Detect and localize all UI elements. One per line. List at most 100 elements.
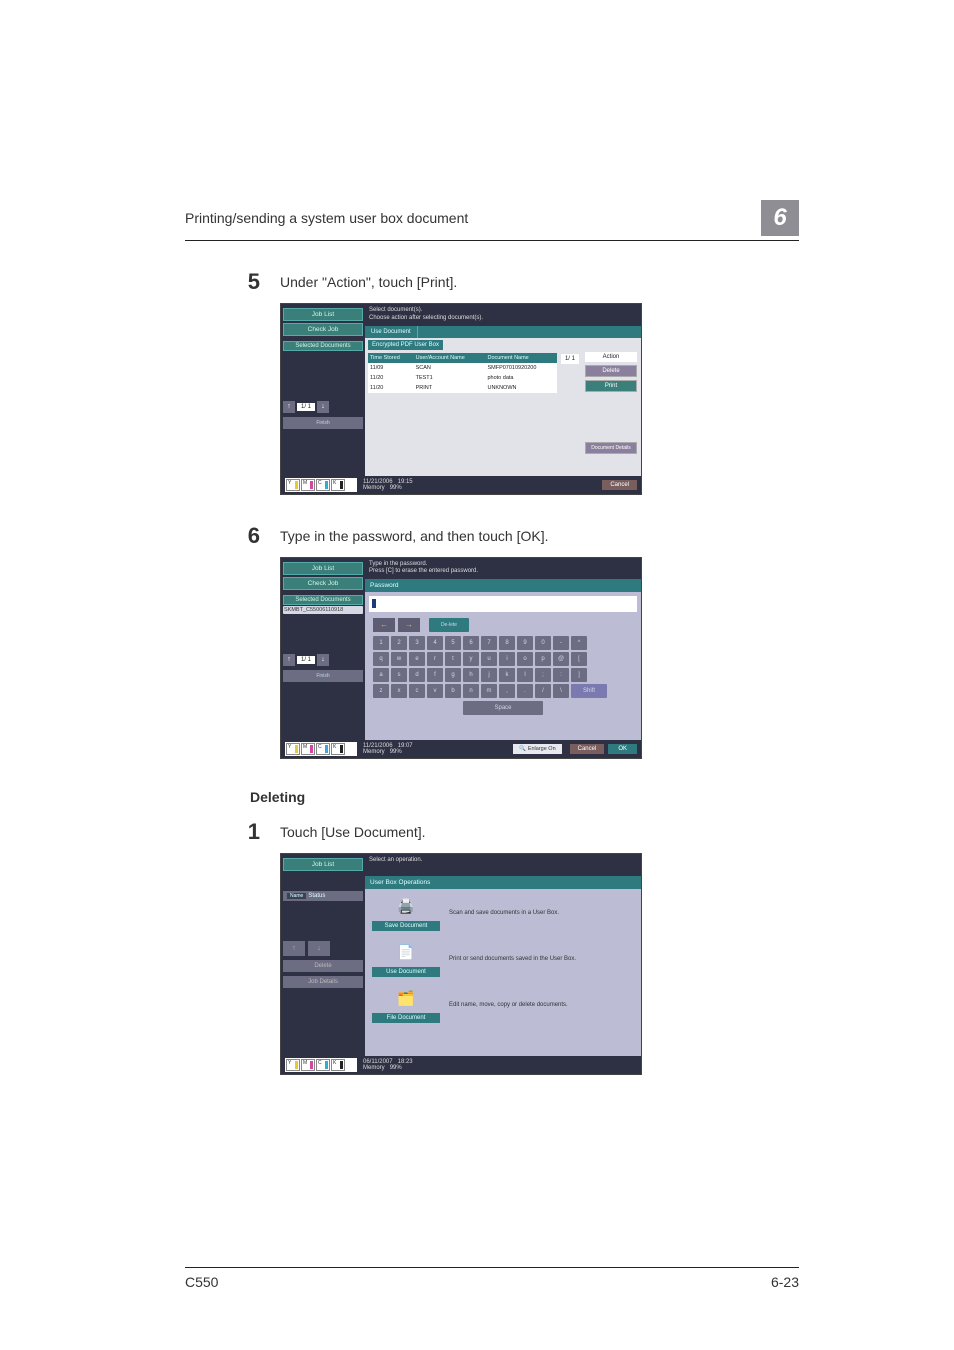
- keyboard-key[interactable]: :: [553, 668, 569, 682]
- encrypted-pdf-box-tab[interactable]: Encrypted PDF User Box: [368, 340, 443, 350]
- cancel-button[interactable]: Cancel: [570, 744, 605, 754]
- keyboard-key[interactable]: z: [373, 684, 389, 698]
- keyboard-key[interactable]: l: [517, 668, 533, 682]
- keyboard-key[interactable]: o: [517, 652, 533, 666]
- keyboard-key[interactable]: 5: [445, 636, 461, 650]
- job-list-button[interactable]: Job List: [283, 308, 363, 321]
- keyboard-key[interactable]: p: [535, 652, 551, 666]
- pager-up-icon[interactable]: ↑: [283, 654, 295, 666]
- check-job-button[interactable]: Check Job: [283, 577, 363, 590]
- pager-down-icon[interactable]: ↓: [317, 401, 329, 413]
- keyboard-key[interactable]: 7: [481, 636, 497, 650]
- keyboard-key[interactable]: j: [481, 668, 497, 682]
- section-heading-deleting: Deleting: [250, 789, 799, 805]
- keyboard-key[interactable]: y: [463, 652, 479, 666]
- toner-indicators: YMCK: [285, 742, 357, 756]
- delete-button[interactable]: Delete: [585, 365, 637, 377]
- step-text-1: Touch [Use Document].: [280, 821, 426, 843]
- job-list-button[interactable]: Job List: [283, 858, 363, 871]
- keyboard-key[interactable]: -: [553, 636, 569, 650]
- keyboard-key[interactable]: b: [445, 684, 461, 698]
- cancel-button[interactable]: Cancel: [602, 480, 637, 490]
- delete-key[interactable]: De-lete: [429, 618, 469, 632]
- keyboard-key[interactable]: x: [391, 684, 407, 698]
- keyboard-key[interactable]: h: [463, 668, 479, 682]
- enlarge-button[interactable]: 🔍 Enlarge On: [513, 744, 561, 754]
- keyboard-key[interactable]: 9: [517, 636, 533, 650]
- password-input[interactable]: [369, 596, 637, 612]
- status-tab[interactable]: Name Status: [283, 891, 363, 901]
- cursor-right-icon[interactable]: →: [398, 618, 420, 632]
- file-document-desc: Edit name, move, copy or delete document…: [449, 1002, 568, 1008]
- document-details-button[interactable]: Document Details: [585, 442, 637, 454]
- doc-pager: 1/ 1: [561, 354, 579, 364]
- space-key[interactable]: Space: [463, 701, 543, 715]
- job-details-button[interactable]: Job Details: [283, 976, 363, 988]
- finish-button[interactable]: Finish: [283, 670, 363, 682]
- screenshot-print-action: Job List Check Job Selected Documents ↑ …: [280, 303, 642, 495]
- file-document-button[interactable]: File Document: [372, 1013, 440, 1023]
- keyboard-key[interactable]: /: [535, 684, 551, 698]
- keyboard-key[interactable]: t: [445, 652, 461, 666]
- pager-up-icon[interactable]: ↑: [283, 401, 295, 413]
- keyboard-key[interactable]: v: [427, 684, 443, 698]
- keyboard-key[interactable]: [: [571, 652, 587, 666]
- cursor-left-icon[interactable]: ←: [373, 618, 395, 632]
- pager-up-icon[interactable]: ↑: [283, 941, 305, 956]
- pager-down-icon[interactable]: ↓: [308, 941, 330, 956]
- keyboard-key[interactable]: 6: [463, 636, 479, 650]
- instruction-line1: Select document(s).: [369, 307, 637, 315]
- page-header-title: Printing/sending a system user box docum…: [185, 210, 761, 226]
- keyboard-key[interactable]: r: [427, 652, 443, 666]
- keyboard-key[interactable]: e: [409, 652, 425, 666]
- keyboard-key[interactable]: ]: [571, 668, 587, 682]
- keyboard-key[interactable]: .: [517, 684, 533, 698]
- use-document-desc: Print or send documents saved in the Use…: [449, 956, 576, 962]
- keyboard-key[interactable]: f: [427, 668, 443, 682]
- pager-count: 1/ 1: [297, 403, 315, 411]
- keyboard-key[interactable]: w: [391, 652, 407, 666]
- keyboard-key[interactable]: m: [481, 684, 497, 698]
- keyboard-key[interactable]: 8: [499, 636, 515, 650]
- finish-button[interactable]: Finish: [283, 417, 363, 429]
- job-list-button[interactable]: Job List: [283, 562, 363, 575]
- ok-button[interactable]: OK: [608, 744, 637, 754]
- keyboard-key[interactable]: \: [553, 684, 569, 698]
- col-user[interactable]: User/Account Name: [414, 353, 486, 363]
- use-document-icon: 📄: [394, 941, 418, 965]
- keyboard-key[interactable]: d: [409, 668, 425, 682]
- save-document-button[interactable]: Save Document: [372, 921, 440, 931]
- shift-key[interactable]: Shift: [571, 684, 607, 698]
- keyboard-key[interactable]: i: [499, 652, 515, 666]
- keyboard-key[interactable]: ,: [499, 684, 515, 698]
- keyboard-key[interactable]: k: [499, 668, 515, 682]
- save-document-icon: 🖨️: [394, 895, 418, 919]
- keyboard-key[interactable]: 0: [535, 636, 551, 650]
- keyboard-key[interactable]: 2: [391, 636, 407, 650]
- memory-label: Memory: [363, 485, 385, 491]
- document-table: Time Stored User/Account Name Document N…: [368, 353, 557, 393]
- col-name[interactable]: Document Name: [485, 353, 557, 363]
- keyboard-key[interactable]: g: [445, 668, 461, 682]
- keyboard-key[interactable]: q: [373, 652, 389, 666]
- delete-button[interactable]: Delete: [283, 960, 363, 972]
- keyboard-key[interactable]: 4: [427, 636, 443, 650]
- print-button[interactable]: Print: [585, 380, 637, 392]
- keyboard-key[interactable]: ^: [571, 636, 587, 650]
- pager-count: 1/ 1: [297, 656, 315, 664]
- keyboard-key[interactable]: @: [553, 652, 569, 666]
- keyboard-key[interactable]: n: [463, 684, 479, 698]
- use-document-button[interactable]: Use Document: [372, 967, 440, 977]
- keyboard-key[interactable]: ;: [535, 668, 551, 682]
- keyboard-key[interactable]: 1: [373, 636, 389, 650]
- col-time[interactable]: Time Stored: [368, 353, 414, 363]
- use-document-tab[interactable]: Use Document: [365, 326, 418, 338]
- pager-down-icon[interactable]: ↓: [317, 654, 329, 666]
- table-row: 11/20 PRINT UNKNOWN: [368, 383, 557, 393]
- check-job-button[interactable]: Check Job: [283, 323, 363, 336]
- keyboard-key[interactable]: 3: [409, 636, 425, 650]
- keyboard-key[interactable]: c: [409, 684, 425, 698]
- keyboard-key[interactable]: u: [481, 652, 497, 666]
- keyboard-key[interactable]: s: [391, 668, 407, 682]
- keyboard-key[interactable]: a: [373, 668, 389, 682]
